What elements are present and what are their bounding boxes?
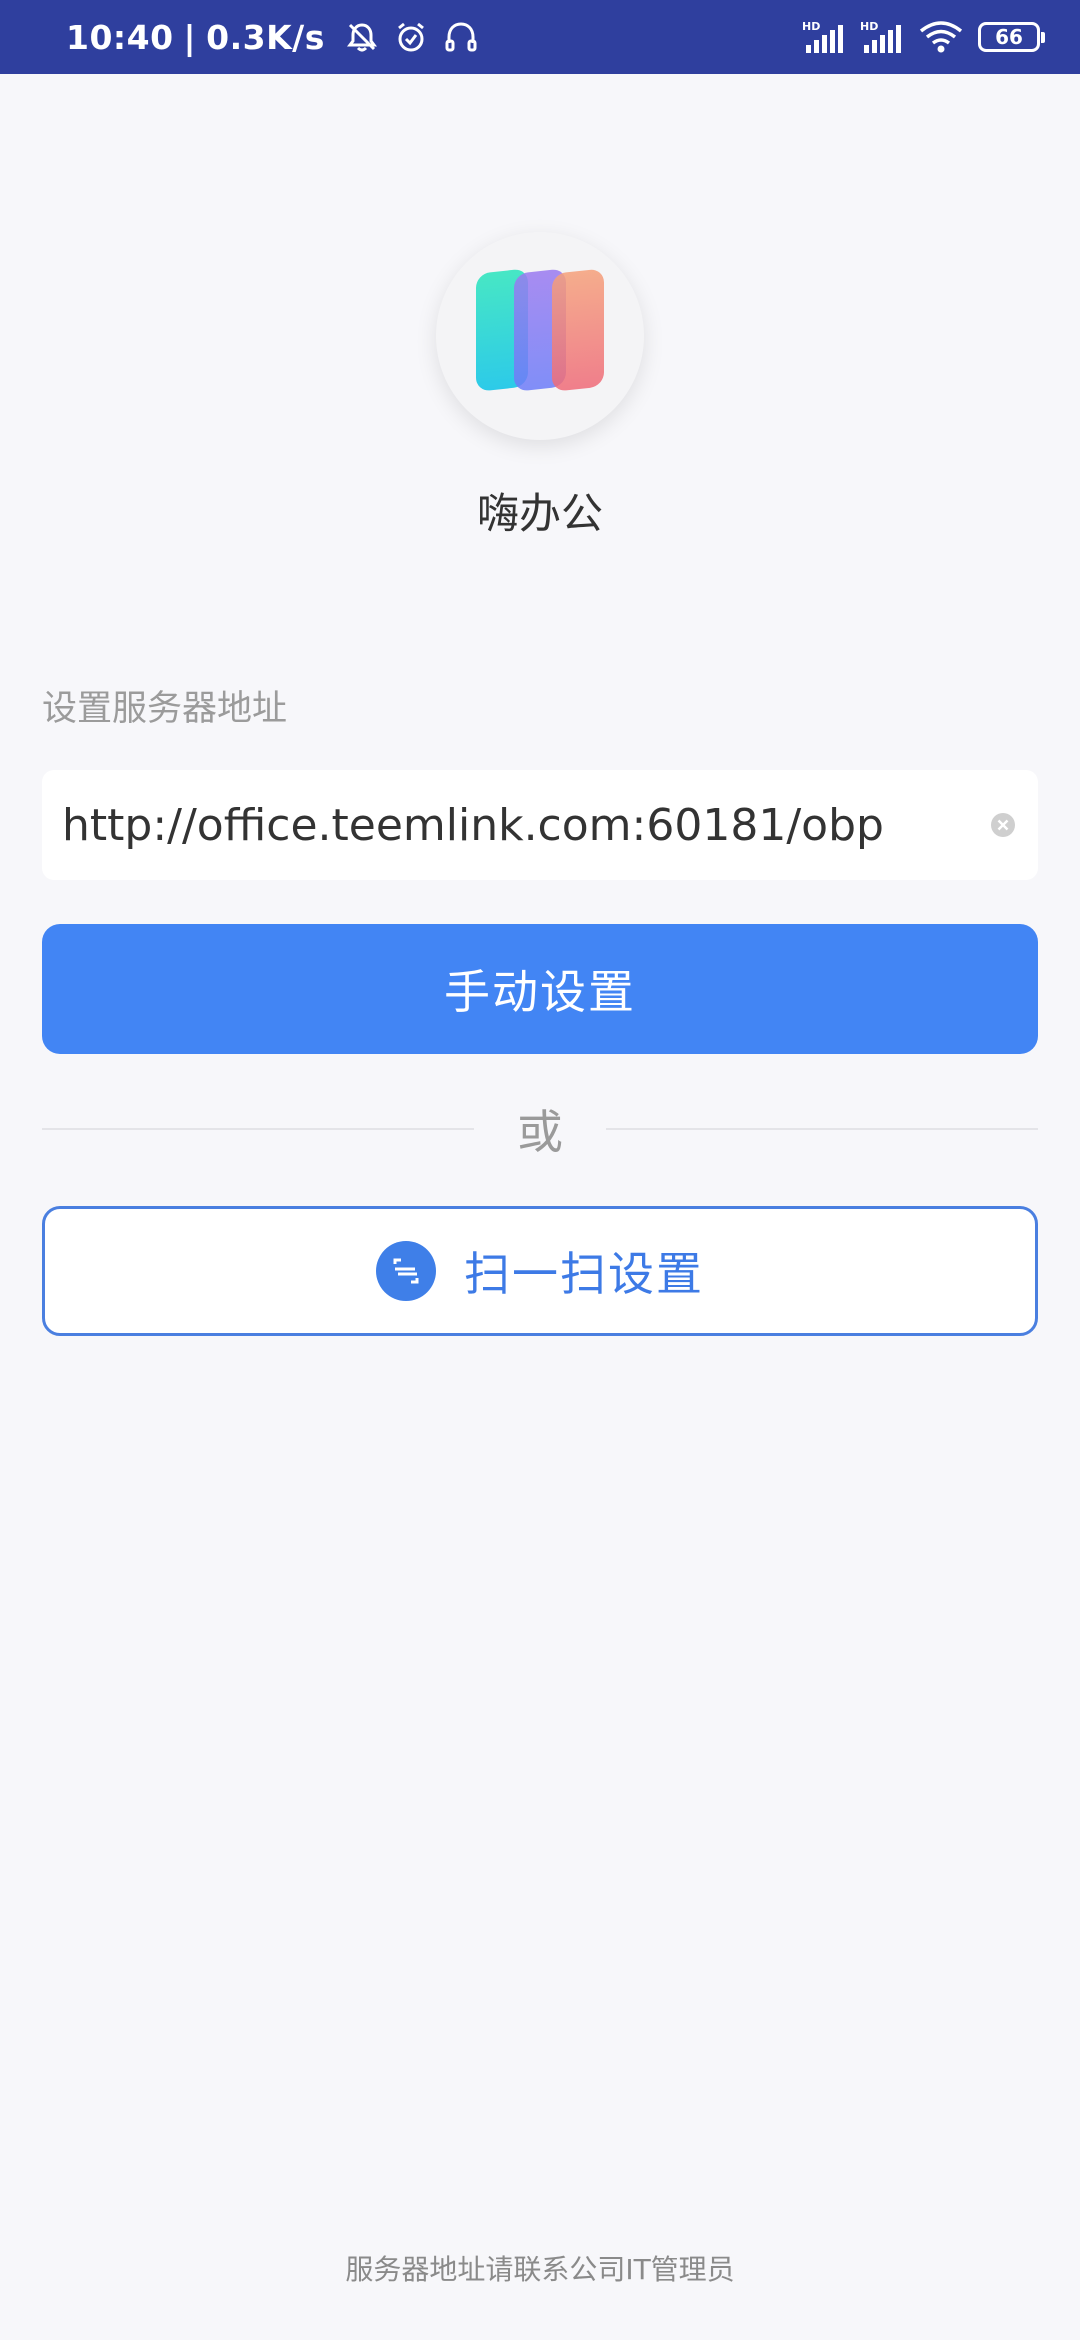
server-url-field[interactable] bbox=[42, 770, 1038, 880]
status-time: 10:40 bbox=[66, 17, 174, 57]
footer-note: 服务器地址请联系公司IT管理员 bbox=[345, 2253, 735, 2286]
server-address-label: 设置服务器地址 bbox=[42, 689, 288, 729]
signal-hd-icon: HD bbox=[802, 20, 843, 53]
signal-1-label: HD bbox=[802, 20, 820, 33]
or-text: 或 bbox=[517, 1105, 563, 1159]
app-logo-icon bbox=[476, 269, 604, 391]
alarm-icon bbox=[397, 22, 424, 52]
battery-indicator: 66 bbox=[978, 22, 1045, 52]
app-name: 嗨办公 bbox=[476, 489, 603, 538]
clear-icon[interactable] bbox=[990, 812, 1016, 838]
wifi-icon bbox=[919, 21, 963, 53]
bell-off-icon bbox=[346, 23, 377, 52]
scan-icon bbox=[376, 1241, 436, 1301]
scan-setup-button[interactable]: 扫一扫设置 bbox=[42, 1206, 1038, 1336]
scan-setup-label: 扫一扫设置 bbox=[464, 1247, 704, 1301]
app-logo bbox=[436, 232, 644, 440]
status-bar: 10:40 | 0.3K/s HD HD 66 bbox=[0, 0, 1080, 74]
signal-2-label: HD bbox=[860, 20, 878, 33]
status-icons bbox=[345, 19, 479, 55]
status-right: HD HD 66 bbox=[802, 19, 1045, 55]
status-separator: | bbox=[183, 17, 197, 57]
headphones-icon bbox=[445, 22, 477, 52]
battery-level: 66 bbox=[995, 25, 1023, 49]
manual-setup-button[interactable]: 手动设置 bbox=[42, 924, 1038, 1054]
or-divider: 或 bbox=[42, 1102, 1038, 1162]
server-url-input[interactable] bbox=[62, 799, 958, 851]
net-speed: 0.3K/s bbox=[206, 17, 325, 57]
status-left: 10:40 | 0.3K/s bbox=[66, 18, 479, 57]
signal-hd-2-icon: HD bbox=[860, 20, 901, 53]
